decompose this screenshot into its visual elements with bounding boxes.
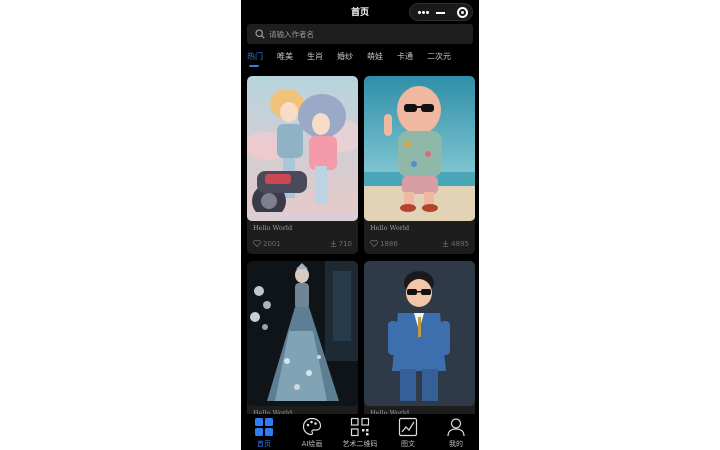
card-title: Hello World: [253, 224, 293, 232]
nav-profile[interactable]: 我的: [433, 414, 479, 450]
capsule-menu[interactable]: [409, 3, 473, 21]
artwork-card[interactable]: Hello World: [364, 261, 475, 439]
artwork-image-baby-sunglasses-beach[interactable]: [364, 76, 475, 221]
tab-hot[interactable]: 热门: [247, 51, 263, 62]
nav-image-text[interactable]: 图文: [385, 414, 431, 450]
image-edit-icon: [398, 417, 418, 437]
tab-wedding[interactable]: 婚纱: [337, 51, 353, 62]
like-count[interactable]: 1886: [370, 239, 398, 248]
download-count[interactable]: 710: [330, 240, 352, 248]
artwork-image-boy-suit[interactable]: [364, 261, 475, 406]
tab-cute-kids[interactable]: 萌娃: [367, 51, 383, 62]
mini-program-screen: 首页 热门 唯美 生肖 婚纱 萌娃 卡通 二次元: [241, 0, 479, 450]
close-target-icon[interactable]: [457, 7, 468, 18]
top-bar: 首页: [241, 0, 479, 24]
card-title: Hello World: [370, 224, 410, 232]
search-input[interactable]: [269, 26, 465, 42]
heart-icon: [253, 239, 261, 248]
nav-home[interactable]: 首页: [241, 414, 287, 450]
tab-zodiac[interactable]: 生肖: [307, 51, 323, 62]
minimize-icon[interactable]: [436, 12, 445, 14]
category-tabs: 热门 唯美 生肖 婚纱 萌娃 卡通 二次元: [241, 48, 479, 68]
qrcode-icon: [350, 417, 370, 437]
nav-label: 图文: [401, 440, 415, 448]
bottom-navigation: 首页 AI绘画 艺术二维码 图文 我的: [241, 414, 479, 450]
artwork-card[interactable]: Hello World: [247, 261, 358, 439]
like-count-value: 1886: [380, 240, 398, 248]
artwork-card[interactable]: Hello World 1886 4895: [364, 76, 475, 254]
artwork-image-woman-gown[interactable]: [247, 261, 358, 406]
artwork-card[interactable]: Hello World 2001 710: [247, 76, 358, 254]
nav-label: 艺术二维码: [342, 440, 378, 448]
nav-ai-painting[interactable]: AI绘画: [289, 414, 335, 450]
grid-icon: [255, 418, 273, 436]
nav-label: AI绘画: [301, 440, 323, 448]
active-tab-indicator: [249, 65, 259, 67]
like-count-value: 2001: [263, 240, 281, 248]
tab-cartoon[interactable]: 卡通: [397, 51, 413, 62]
like-count[interactable]: 2001: [253, 239, 281, 248]
search-icon: [255, 29, 265, 39]
search-bar[interactable]: [247, 24, 473, 44]
download-icon: [442, 240, 449, 247]
artwork-image-anime-couple-motorcycle[interactable]: [247, 76, 358, 221]
heart-icon: [370, 239, 378, 248]
nav-art-qrcode[interactable]: 艺术二维码: [337, 414, 383, 450]
tab-anime[interactable]: 二次元: [427, 51, 451, 62]
download-count[interactable]: 4895: [442, 240, 469, 248]
download-icon: [330, 240, 336, 247]
nav-label: 我的: [449, 440, 463, 448]
download-count-value: 710: [338, 240, 352, 248]
more-icon[interactable]: [418, 11, 430, 14]
nav-label: 首页: [257, 440, 271, 448]
tab-beautiful[interactable]: 唯美: [277, 51, 293, 62]
download-count-value: 4895: [451, 240, 469, 248]
user-icon: [447, 418, 465, 437]
palette-icon: [302, 417, 322, 436]
